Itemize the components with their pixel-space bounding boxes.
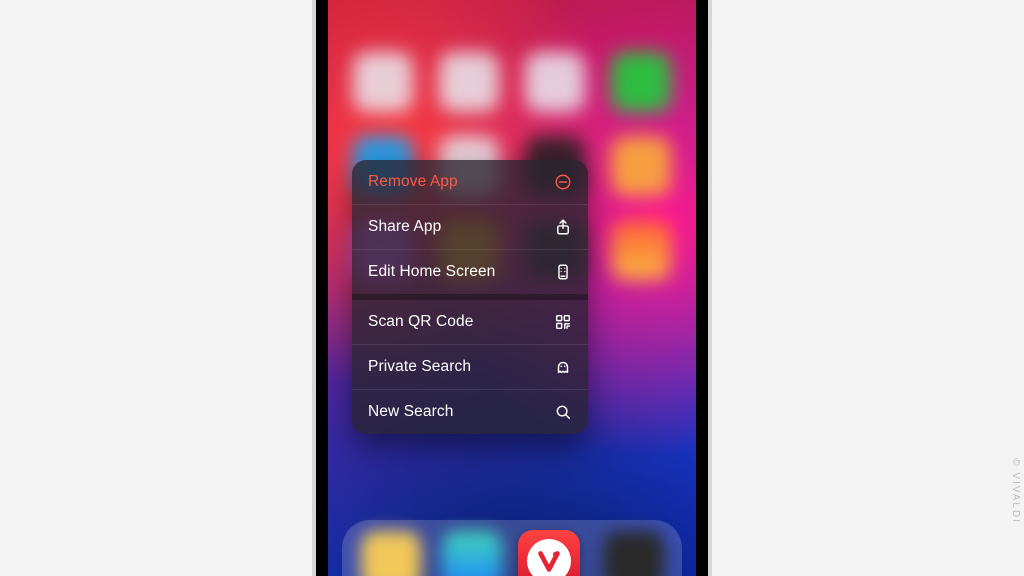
menu-item-label: Scan QR Code: [368, 313, 473, 331]
dock-app-blurred: [361, 531, 421, 576]
homescreen-icon: [554, 263, 572, 281]
app-icon-blurred: [525, 52, 585, 112]
watermark: © VIVALDI: [1010, 458, 1021, 524]
homescreen-row: [328, 52, 696, 112]
menu-item-label: Private Search: [368, 358, 471, 376]
menu-item-scan-qr[interactable]: Scan QR Code: [352, 300, 588, 344]
ghost-icon: [554, 358, 572, 376]
quick-action-menu: Remove App Share App Edit Home Screen: [352, 160, 588, 434]
app-icon-blurred: [439, 52, 499, 112]
app-icon-blurred: [611, 52, 671, 112]
app-icon-vivaldi[interactable]: [518, 530, 580, 576]
app-icon-blurred: [353, 52, 413, 112]
phone-screen: Remove App Share App Edit Home Screen: [328, 0, 696, 576]
menu-item-label: Remove App: [368, 173, 458, 191]
menu-item-label: Share App: [368, 218, 441, 236]
menu-item-new-search[interactable]: New Search: [352, 389, 588, 434]
share-icon: [554, 218, 572, 236]
app-icon-blurred: [611, 220, 671, 280]
menu-item-remove-app[interactable]: Remove App: [352, 160, 588, 204]
menu-item-share-app[interactable]: Share App: [352, 204, 588, 249]
vivaldi-logo: [527, 539, 571, 576]
menu-item-edit-home-screen[interactable]: Edit Home Screen: [352, 249, 588, 294]
magnifier-icon: [554, 403, 572, 421]
qr-icon: [554, 313, 572, 331]
menu-item-private-search[interactable]: Private Search: [352, 344, 588, 389]
dock-app-blurred: [442, 531, 502, 576]
dock: [342, 520, 682, 576]
remove-circle-icon: [554, 173, 572, 191]
phone-frame: Remove App Share App Edit Home Screen: [312, 0, 712, 576]
dock-app-blurred: [604, 531, 664, 576]
menu-item-label: Edit Home Screen: [368, 263, 495, 281]
app-icon-blurred: [611, 136, 671, 196]
phone-bezel: Remove App Share App Edit Home Screen: [316, 0, 708, 576]
menu-item-label: New Search: [368, 403, 453, 421]
stage: Remove App Share App Edit Home Screen: [0, 0, 1024, 576]
